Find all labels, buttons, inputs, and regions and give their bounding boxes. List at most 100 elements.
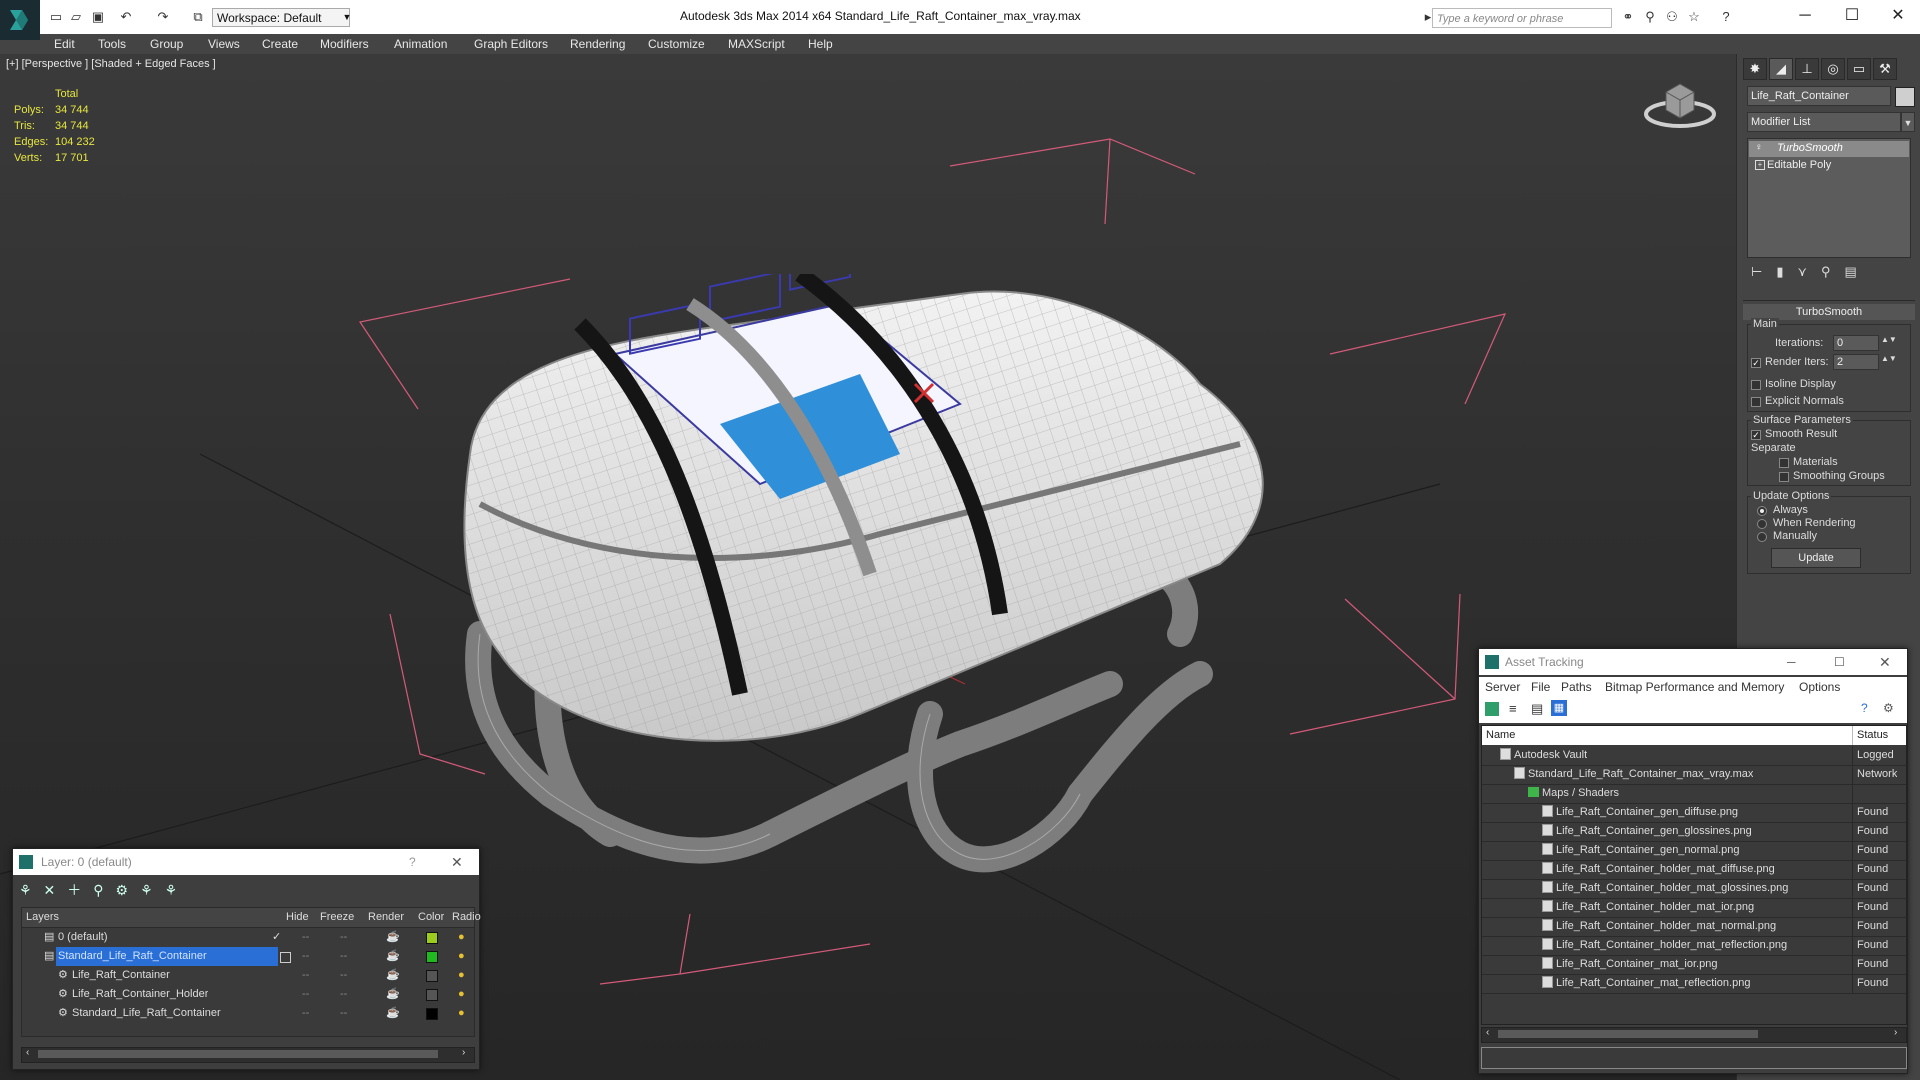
menu-create[interactable]: Create [262,34,298,54]
open-file-icon[interactable]: ▱ [68,9,84,25]
asset-row[interactable]: Life_Raft_Container_gen_glossines.png Fou… [1482,822,1906,842]
minimize-icon[interactable]: ─ [1785,4,1825,28]
asset-row[interactable]: Life_Raft_Container_holder_mat_reflectio… [1482,936,1906,956]
layer-panel-titlebar[interactable]: Layer: 0 (default) ? ✕ [13,849,479,875]
list-view-icon[interactable]: ≡ [1509,701,1517,716]
menu-group[interactable]: Group [150,34,183,54]
manually-radio[interactable] [1757,532,1767,542]
layer-color-swatch[interactable] [426,989,438,1001]
minimize-icon[interactable]: ─ [1787,649,1796,675]
freeze-toggle[interactable]: -- [340,928,347,947]
tab-motion[interactable]: ◎ [1821,58,1845,80]
stack-tools-toolbar[interactable]: ⊢▮⋎⚲▤ [1751,264,1911,284]
asset-horizontal-scrollbar[interactable]: ‹ › [1481,1027,1907,1043]
asset-row[interactable]: Life_Raft_Container_holder_mat_glossines… [1482,879,1906,899]
asset-path-field[interactable] [1481,1047,1907,1069]
settings-icon[interactable]: ⚙ [1883,701,1894,715]
close-icon[interactable]: ✕ [1878,4,1918,28]
layer-color-swatch[interactable] [426,932,438,944]
radiosity-icon[interactable]: ● [458,966,465,985]
active-layer-check-icon[interactable]: ✓ [272,928,281,947]
iterations-spinner[interactable]: 0 [1833,335,1879,351]
viewcube-icon[interactable] [1640,72,1720,132]
maximize-icon[interactable]: ☐ [1832,4,1872,28]
asset-menu-options[interactable]: Options [1799,677,1840,697]
spinner-arrows-icon[interactable]: ▲▼ [1881,354,1897,363]
always-radio[interactable] [1757,506,1767,516]
hide-toggle[interactable]: -- [302,947,309,966]
save-icon[interactable]: ▣ [90,9,106,25]
horizontal-scrollbar[interactable]: ‹ › [21,1047,475,1063]
help-icon[interactable]: ? [409,849,416,875]
layer-toolbar[interactable]: ⚘✕＋⚲⚙⚘⚘ [19,879,219,901]
tab-utilities[interactable]: ⚒ [1873,58,1897,80]
render-teapot-icon[interactable]: ☕ [386,985,400,1004]
project-folder-icon[interactable]: ⧉ [190,9,206,25]
asset-menu-paths[interactable]: Paths [1561,677,1592,697]
asset-row[interactable]: Standard_Life_Raft_Container_max_vray.ma… [1482,765,1906,785]
asset-menu-bitmap[interactable]: Bitmap Performance and Memory [1605,677,1784,697]
object-name-field[interactable]: Life_Raft_Container [1747,86,1891,106]
scroll-right-icon[interactable]: › [462,1047,465,1058]
hide-toggle[interactable]: -- [302,985,309,1004]
scroll-left-icon[interactable]: ‹ [26,1047,29,1058]
help-icon[interactable]: ? [1861,701,1868,715]
scroll-thumb[interactable] [38,1050,438,1058]
materials-checkbox[interactable] [1779,458,1789,468]
radiosity-icon[interactable]: ● [458,947,465,966]
chevron-down-icon[interactable]: ▼ [1901,112,1915,132]
user-icon[interactable]: ⚇ [1664,9,1680,25]
asset-row[interactable]: Autodesk Vault Logged [1482,746,1906,766]
menu-customize[interactable]: Customize [648,34,705,54]
hide-toggle[interactable]: -- [302,928,309,947]
stack-item-turbosmooth[interactable]: ♀ TurboSmooth [1749,141,1909,157]
radiosity-icon[interactable]: ● [458,1004,465,1023]
redo-icon[interactable]: ↷ [155,9,171,25]
expand-icon[interactable]: + [1755,160,1765,170]
render-teapot-icon[interactable]: ☕ [386,1004,400,1023]
asset-row[interactable]: Life_Raft_Container_mat_ior.png Found [1482,955,1906,975]
chevron-down-icon[interactable]: ▼ [340,8,354,27]
asset-row[interactable]: Life_Raft_Container_mat_reflection.png Fo… [1482,974,1906,994]
layer-row[interactable]: ▤ 0 (default) ✓ -- -- ☕ ● [22,928,474,947]
make-active-box[interactable] [280,952,291,963]
radiosity-icon[interactable]: ● [458,985,465,1004]
menu-modifiers[interactable]: Modifiers [320,34,369,54]
smoothing-groups-checkbox[interactable] [1779,472,1789,482]
freeze-toggle[interactable]: -- [340,1004,347,1023]
tab-display[interactable]: ▭ [1847,58,1871,80]
layer-color-swatch[interactable] [426,951,438,963]
life-raft-container-model[interactable] [440,274,1380,924]
freeze-toggle[interactable]: -- [340,985,347,1004]
tab-create[interactable]: ✸ [1743,58,1767,80]
asset-row[interactable]: Maps / Shaders [1482,784,1906,804]
explicit-normals-checkbox[interactable] [1751,397,1761,407]
search-input[interactable]: Type a keyword or phrase [1432,8,1612,28]
menu-graph-editors[interactable]: Graph Editors [474,34,548,54]
refresh-icon[interactable] [1485,702,1499,716]
tab-hierarchy[interactable]: ⊥ [1795,58,1819,80]
render-teapot-icon[interactable]: ☕ [386,947,400,966]
menu-animation[interactable]: Animation [394,34,447,54]
asset-row[interactable]: Life_Raft_Container_holder_mat_normal.pn… [1482,917,1906,937]
menu-views[interactable]: Views [208,34,240,54]
undo-icon[interactable]: ↶ [118,9,134,25]
workspace-dropdown[interactable]: Workspace: Default [212,8,350,27]
when-rendering-radio[interactable] [1757,519,1767,529]
new-file-icon[interactable]: ▭ [48,9,64,25]
maximize-icon[interactable]: ☐ [1834,649,1845,675]
close-icon[interactable]: ✕ [1879,649,1891,675]
smooth-result-checkbox[interactable]: ✓ [1751,430,1761,440]
spinner-arrows-icon[interactable]: ▲▼ [1881,335,1897,344]
scroll-left-icon[interactable]: ‹ [1486,1027,1489,1038]
help-icon[interactable]: ? [1718,9,1734,25]
scroll-right-icon[interactable]: › [1894,1027,1897,1038]
menu-tools[interactable]: Tools [98,34,126,54]
menu-maxscript[interactable]: MAXScript [728,34,785,54]
render-iters-spinner[interactable]: 2 [1833,354,1879,370]
hide-toggle[interactable]: -- [302,1004,309,1023]
isoline-display-checkbox[interactable] [1751,380,1761,390]
tab-modify[interactable]: ◢ [1769,58,1793,80]
layer-row[interactable]: ⚙ Standard_Life_Raft_Container -- -- ☕ ● [22,1004,474,1023]
render-iters-checkbox[interactable]: ✓ [1751,358,1761,368]
